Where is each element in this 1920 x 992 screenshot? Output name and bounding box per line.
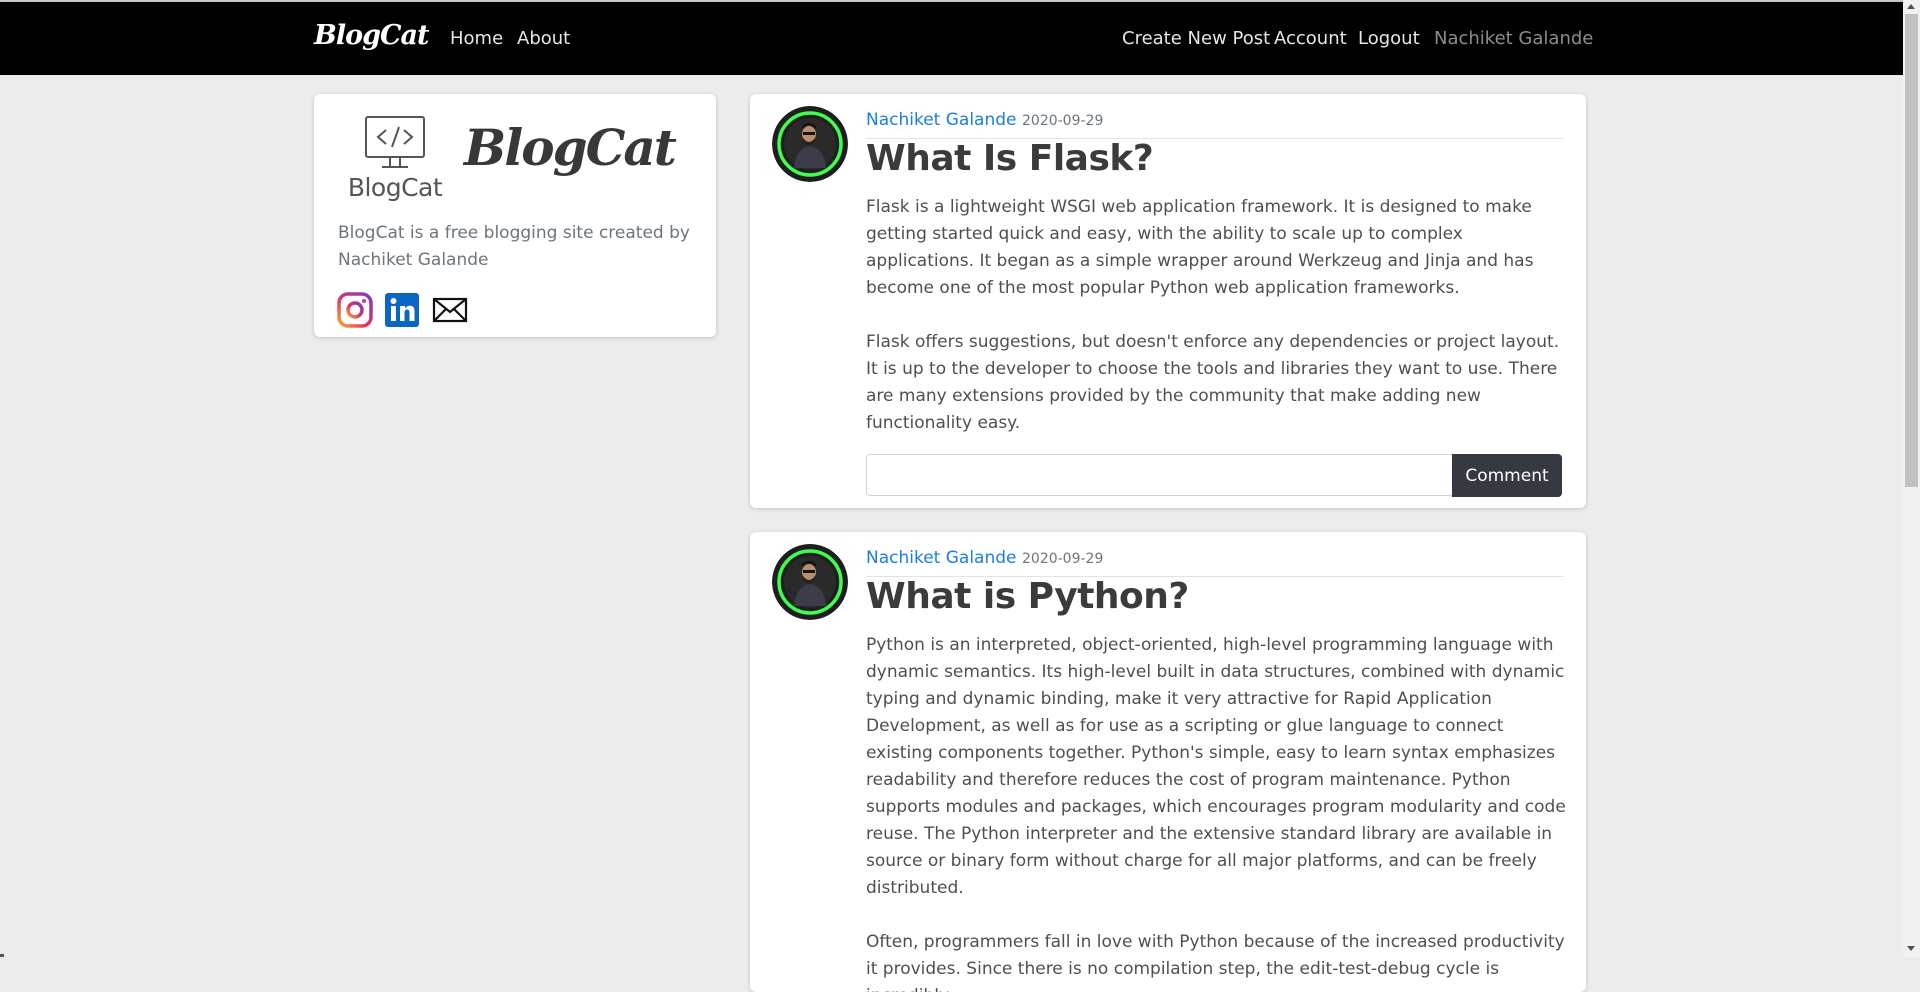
nav-account-link[interactable]: Account (1274, 28, 1347, 49)
comment-input[interactable] (866, 454, 1452, 496)
nav-home-link[interactable]: Home (450, 28, 503, 49)
instagram-icon[interactable] (337, 292, 373, 328)
author-avatar[interactable] (772, 106, 848, 182)
post-meta: Nachiket Galande 2020-09-29 (866, 110, 1564, 139)
logo-wordmark: BlogCat (347, 173, 443, 202)
post-paragraph: Flask offers suggestions, but doesn't en… (866, 332, 1560, 433)
post-paragraph: Often, programmers fall in love with Pyt… (866, 932, 1565, 992)
comment-button[interactable]: Comment (1452, 454, 1562, 497)
author-avatar[interactable] (772, 544, 848, 620)
nav-logout-link[interactable]: Logout (1358, 28, 1420, 49)
post-card: Nachiket Galande 2020-09-29 What is Pyth… (750, 532, 1586, 992)
mail-icon[interactable] (432, 292, 468, 328)
post-content: Python is an interpreted, object-oriente… (866, 632, 1566, 992)
navbar-brand[interactable]: BlogCat (314, 20, 429, 51)
top-navbar: BlogCat Home About Create New Post Accou… (0, 2, 1920, 75)
monitor-code-icon (365, 116, 425, 168)
linkedin-icon[interactable] (384, 292, 420, 328)
post-card: Nachiket Galande 2020-09-29 What Is Flas… (750, 94, 1586, 508)
post-date: 2020-09-29 (1022, 113, 1104, 129)
blogcat-logo: BlogCat (342, 115, 448, 207)
sidebar-card: BlogCat BlogCat BlogCat is a free bloggi… (314, 94, 716, 337)
scroll-down-arrow-icon[interactable] (1907, 946, 1915, 951)
post-author-link[interactable]: Nachiket Galande (866, 110, 1017, 130)
vertical-scrollbar[interactable] (1903, 0, 1920, 957)
nav-about-link[interactable]: About (517, 28, 570, 49)
sidebar-title: BlogCat (464, 118, 677, 177)
scrollbar-thumb[interactable] (1905, 14, 1918, 487)
nav-current-user: Nachiket Galande (1434, 28, 1594, 49)
post-title[interactable]: What Is Flask? (866, 138, 1154, 179)
post-content: Flask is a lightweight WSGI web applicat… (866, 194, 1566, 464)
post-author-link[interactable]: Nachiket Galande (866, 548, 1017, 568)
scroll-up-arrow-icon[interactable] (1907, 4, 1915, 9)
post-paragraph: Python is an interpreted, object-oriente… (866, 635, 1566, 898)
post-title[interactable]: What is Python? (866, 576, 1189, 617)
sidebar-description: BlogCat is a free blogging site created … (338, 223, 690, 270)
post-paragraph: Flask is a lightweight WSGI web applicat… (866, 197, 1534, 298)
post-meta: Nachiket Galande 2020-09-29 (866, 548, 1564, 577)
nav-create-post-link[interactable]: Create New Post (1122, 28, 1270, 49)
post-date: 2020-09-29 (1022, 551, 1104, 567)
